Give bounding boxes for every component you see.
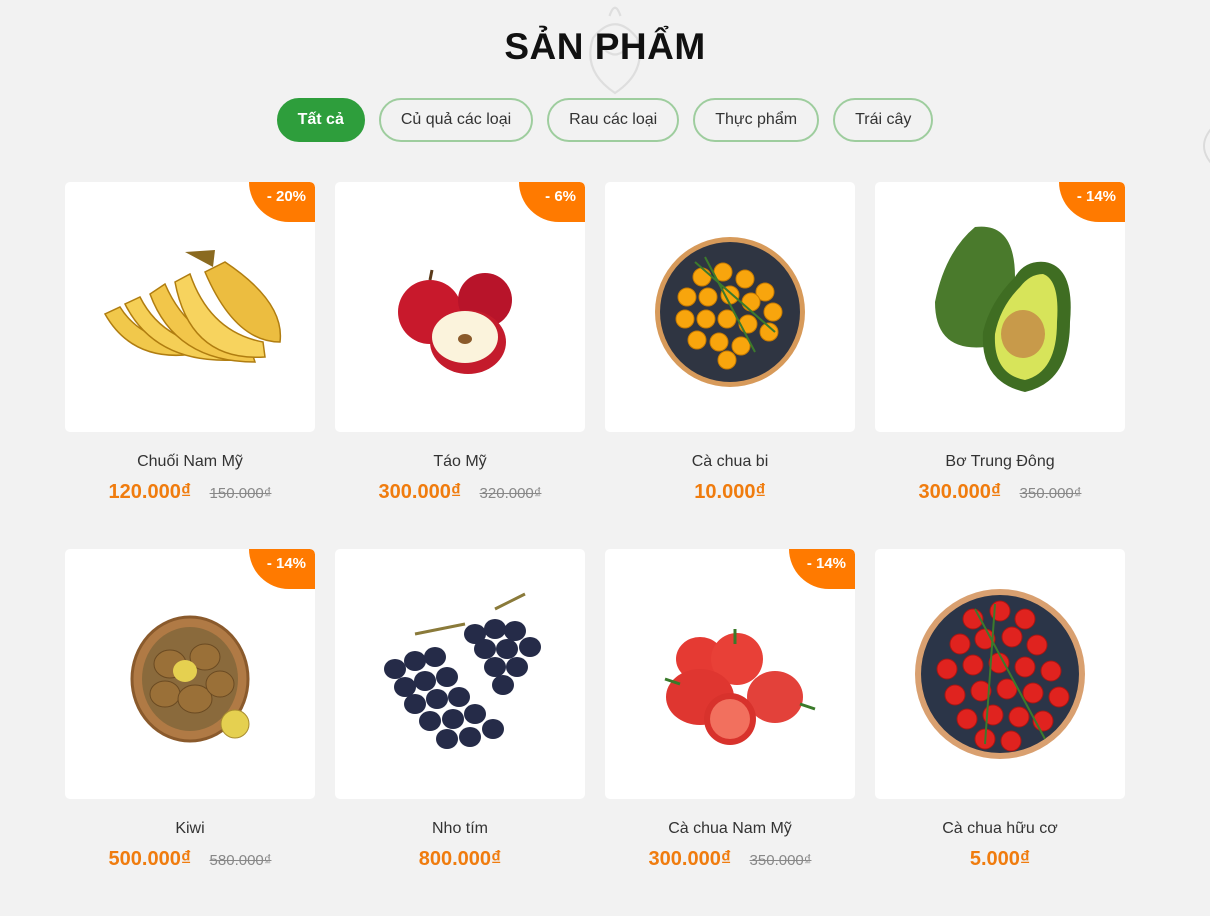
product-card[interactable]: - 6% Táo Mỹ 300.000₫ 320.000₫ [335, 182, 585, 549]
product-card[interactable]: Nho tím 800.000₫ [335, 549, 585, 916]
product-name[interactable]: Nho tím [335, 820, 585, 838]
product-price: 300.000₫ [648, 848, 732, 870]
product-card[interactable]: - 14% Cà chua Nam Mỹ 300.000₫ 350.000₫ [605, 549, 855, 916]
product-name[interactable]: Chuối Nam Mỹ [65, 453, 315, 471]
tab-all[interactable]: Tất cả [276, 98, 365, 142]
tab-food[interactable]: Thực phẩm [693, 98, 820, 142]
product-thumbnail[interactable]: - 14% [875, 182, 1125, 432]
section-title: SẢN PHẨM [504, 26, 706, 67]
product-price: 120.000₫ [108, 481, 192, 503]
product-prices: 300.000₫ 350.000₫ [875, 481, 1125, 504]
product-prices: 10.000₫ [605, 481, 855, 504]
product-thumbnail[interactable]: - 14% [65, 549, 315, 799]
product-card[interactable]: - 14% Kiwi 500.000₫ 580.000₫ [65, 549, 315, 916]
product-name[interactable]: Táo Mỹ [335, 453, 585, 471]
product-old-price: 350.000₫ [749, 852, 812, 869]
product-card[interactable]: Cà chua hữu cơ 5.000₫ [875, 549, 1125, 916]
product-card[interactable]: Cà chua bi 10.000₫ [605, 182, 855, 549]
product-thumbnail[interactable]: - 20% [65, 182, 315, 432]
product-old-price: 150.000₫ [209, 485, 272, 502]
product-price: 800.000₫ [418, 848, 502, 870]
product-old-price: 580.000₫ [209, 852, 272, 869]
tab-fruits[interactable]: Trái cây [833, 98, 934, 142]
product-old-price: 320.000₫ [479, 485, 542, 502]
product-name[interactable]: Cà chua Nam Mỹ [605, 820, 855, 838]
product-thumbnail[interactable] [875, 549, 1125, 799]
yellow-cherry-tomato-image [655, 237, 805, 387]
product-old-price: 350.000₫ [1019, 485, 1082, 502]
product-price: 5.000₫ [969, 848, 1031, 870]
product-thumbnail[interactable]: - 6% [335, 182, 585, 432]
organic-cherry-tomato-image [915, 589, 1085, 759]
product-name[interactable]: Bơ Trung Đông [875, 453, 1125, 471]
product-price: 300.000₫ [918, 481, 1002, 503]
product-thumbnail[interactable] [335, 549, 585, 799]
purple-grape-image [384, 592, 541, 749]
product-price: 500.000₫ [108, 848, 192, 870]
product-prices: 300.000₫ 320.000₫ [335, 481, 585, 504]
product-name[interactable]: Cà chua hữu cơ [875, 820, 1125, 838]
product-card[interactable]: - 20% Chuối Nam Mỹ 120.000₫ 150.000₫ [65, 182, 315, 549]
product-price: 10.000₫ [694, 481, 766, 503]
product-card[interactable]: - 14% Bơ Trung Đông 300.000₫ 350.000₫ [875, 182, 1125, 549]
product-name[interactable]: Kiwi [65, 820, 315, 838]
product-thumbnail[interactable] [605, 182, 855, 432]
product-prices: 500.000₫ 580.000₫ [65, 848, 315, 871]
product-name[interactable]: Cà chua bi [605, 453, 855, 471]
product-prices: 120.000₫ 150.000₫ [65, 481, 315, 504]
category-tabs: Tất cả Củ quả các loại Rau các loại Thực… [0, 98, 1210, 142]
product-prices: 5.000₫ [875, 848, 1125, 871]
tab-vegetables[interactable]: Rau các loại [547, 98, 680, 142]
product-price: 300.000₫ [378, 481, 462, 503]
product-prices: 300.000₫ 350.000₫ [605, 848, 855, 871]
product-thumbnail[interactable]: - 14% [605, 549, 855, 799]
tab-root-vegetables[interactable]: Củ quả các loại [378, 98, 534, 142]
product-prices: 800.000₫ [335, 848, 585, 871]
product-grid: - 20% Chuối Nam Mỹ 120.000₫ 150.000₫ - 6… [65, 182, 1125, 916]
